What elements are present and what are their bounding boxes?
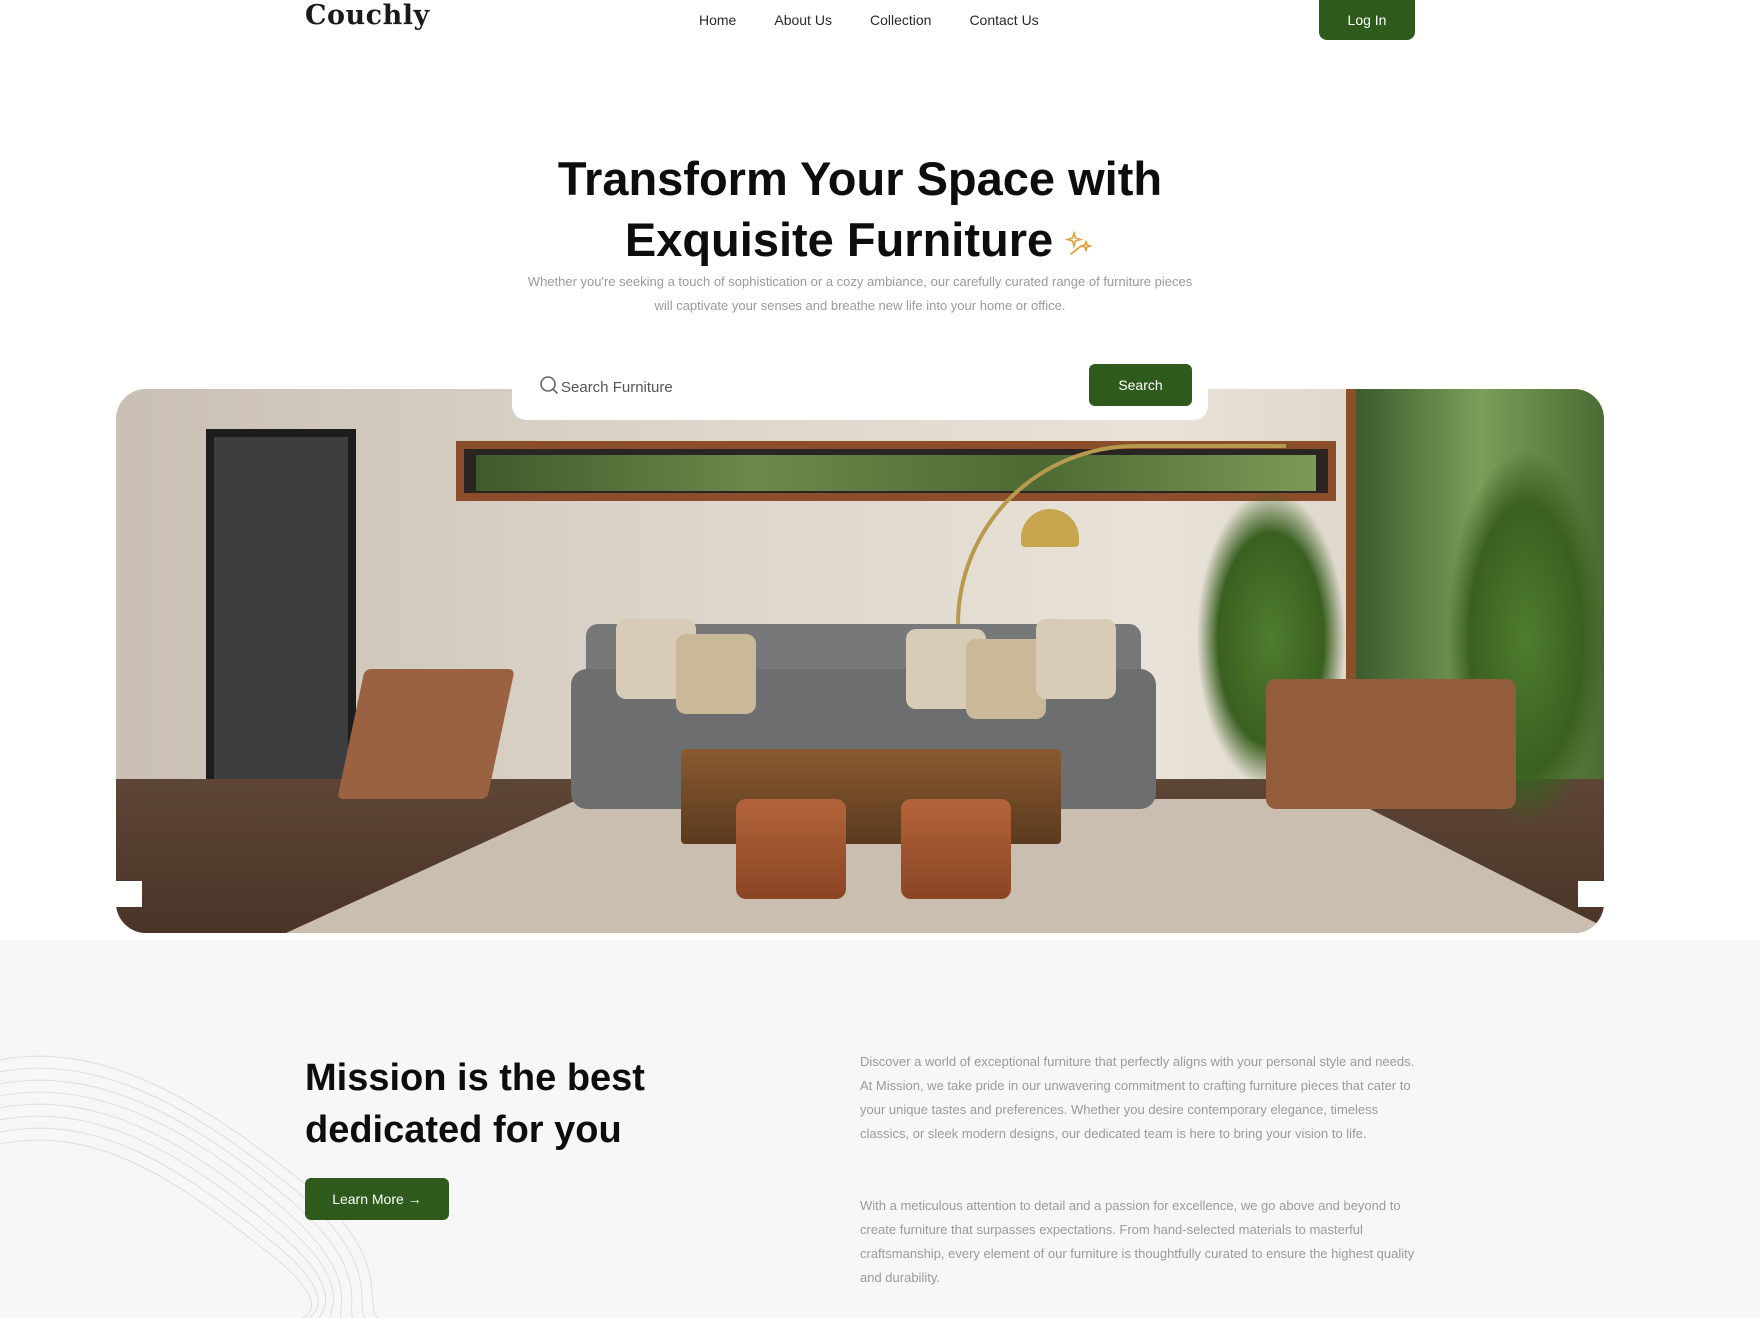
login-button[interactable]: Log In [1319, 0, 1415, 40]
sparkle-icon [1065, 229, 1092, 255]
room-pillow [966, 639, 1046, 719]
room-door [206, 429, 356, 789]
room-pillow [1036, 619, 1116, 699]
room-lounge-chair [337, 669, 515, 799]
mission-title: Mission is the best dedicated for you [305, 1057, 645, 1151]
search-input[interactable] [561, 374, 1041, 400]
arrow-right-icon: → [407, 1191, 422, 1207]
hero-title-line1: Transform Your Space with [557, 152, 1163, 205]
hero-title-line2-wrap: Exquisite Furniture [0, 209, 1720, 270]
room-pillow [676, 634, 756, 714]
search-icon [540, 376, 558, 394]
mission-paragraph-2: With a meticulous attention to detail an… [860, 1198, 1415, 1285]
nav-home[interactable]: Home [699, 12, 736, 28]
learn-more-button[interactable]: Learn More → [305, 1178, 449, 1220]
image-corner-notch [116, 881, 142, 907]
search-button[interactable]: Search [1089, 364, 1192, 406]
room-pouf [736, 799, 846, 899]
room-pouf [901, 799, 1011, 899]
hero-subtitle: Whether you're seeking a touch of sophis… [527, 274, 1193, 313]
mission-paragraph-1: Discover a world of exceptional furnitur… [860, 1054, 1415, 1141]
nav-collection[interactable]: Collection [870, 12, 931, 28]
search-bar: Search [512, 354, 1208, 420]
room-armchair [1266, 679, 1516, 809]
site-header: Couchly Home About Us Collection Contact… [0, 0, 1760, 60]
mission-section: Mission is the best dedicated for you Le… [0, 940, 1760, 1318]
image-corner-notch [1578, 881, 1604, 907]
hero-title-line2: Exquisite Furniture [624, 213, 1054, 266]
main-nav: Home About Us Collection Contact Us [699, 12, 1077, 28]
logo[interactable]: Couchly [305, 0, 430, 31]
hero-title: Transform Your Space with Exquisite Furn… [0, 148, 1720, 270]
learn-more-label: Learn More [332, 1191, 404, 1207]
nav-contact-us[interactable]: Contact Us [969, 12, 1038, 28]
hero-room-image [116, 389, 1604, 933]
nav-about-us[interactable]: About Us [774, 12, 832, 28]
